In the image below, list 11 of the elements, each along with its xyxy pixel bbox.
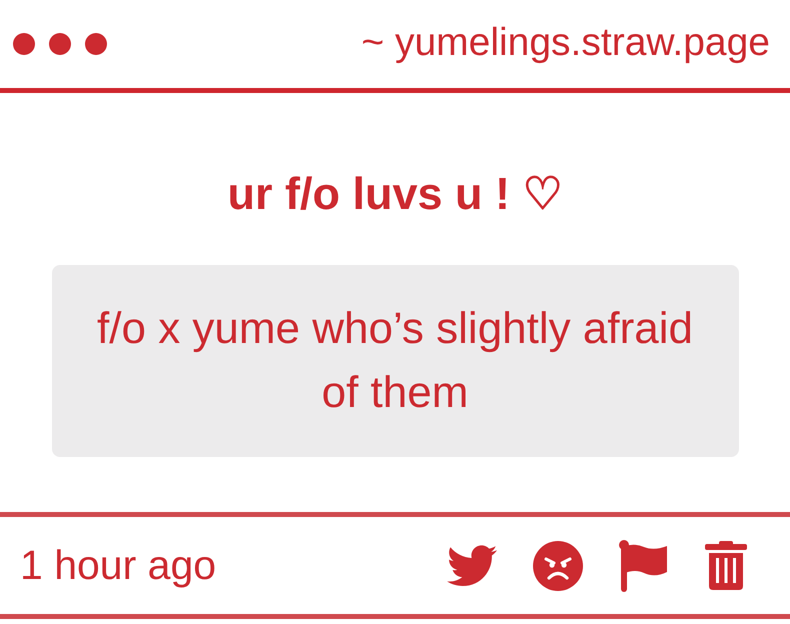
trash-icon[interactable]	[705, 541, 747, 590]
dot-icon	[13, 33, 35, 55]
dot-icon	[49, 33, 71, 55]
angry-face-icon[interactable]	[533, 540, 583, 590]
message-text: f/o x yume who’s slightly afraid of them	[96, 303, 694, 419]
timestamp: 1 hour ago	[20, 542, 216, 589]
flag-icon[interactable]	[619, 540, 669, 592]
message-title: ur f/o luvs u ! ♡	[227, 168, 562, 220]
site-address: ~ yumelings.straw.page	[361, 21, 770, 65]
dot-icon	[85, 33, 107, 55]
bird-icon[interactable]	[447, 544, 497, 586]
